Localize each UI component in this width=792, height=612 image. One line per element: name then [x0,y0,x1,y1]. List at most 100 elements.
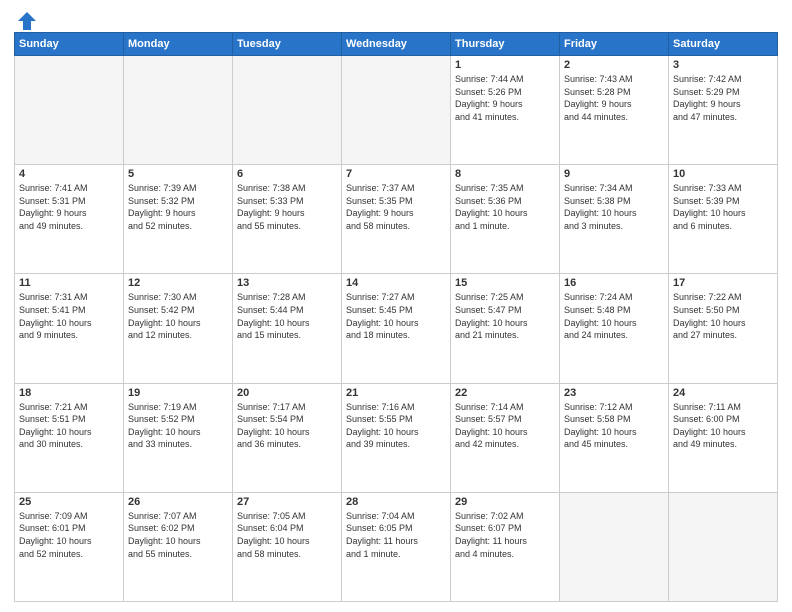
calendar-day-cell: 27 Sunrise: 7:05 AM Sunset: 6:04 PM Dayli… [233,492,342,601]
calendar-day-cell: 8 Sunrise: 7:35 AM Sunset: 5:36 PM Daylig… [451,165,560,274]
day-number: 8 [455,168,555,180]
day-number: 19 [128,387,228,399]
calendar-day-cell [124,56,233,165]
day-info: Sunrise: 7:12 AM Sunset: 5:58 PM Dayligh… [564,401,664,451]
day-info: Sunrise: 7:17 AM Sunset: 5:54 PM Dayligh… [237,401,337,451]
calendar-day-cell: 11Sunrise: 7:31 AM Sunset: 5:41 PM Dayli… [15,274,124,383]
day-info: Sunrise: 7:05 AM Sunset: 6:04 PM Dayligh… [237,510,337,560]
day-number: 24 [673,387,773,399]
day-of-week-header: Thursday [451,33,560,56]
day-number: 7 [346,168,446,180]
day-info: Sunrise: 7:37 AM Sunset: 5:35 PM Dayligh… [346,182,446,232]
calendar-day-cell [342,56,451,165]
day-number: 25 [19,496,119,508]
day-number: 5 [128,168,228,180]
day-info: Sunrise: 7:02 AM Sunset: 6:07 PM Dayligh… [455,510,555,560]
calendar-day-cell: 19 Sunrise: 7:19 AM Sunset: 5:52 PM Dayli… [124,383,233,492]
day-info: Sunrise: 7:35 AM Sunset: 5:36 PM Dayligh… [455,182,555,232]
day-number: 15 [455,277,555,289]
calendar-day-cell: 22 Sunrise: 7:14 AM Sunset: 5:57 PM Dayli… [451,383,560,492]
day-of-week-header: Tuesday [233,33,342,56]
day-number: 12 [128,277,228,289]
day-of-week-header: Saturday [669,33,778,56]
day-info: Sunrise: 7:41 AM Sunset: 5:31 PM Dayligh… [19,182,119,232]
day-of-week-header: Friday [560,33,669,56]
day-info: Sunrise: 7:24 AM Sunset: 5:48 PM Dayligh… [564,291,664,341]
logo-icon [16,10,38,32]
calendar-day-cell: 15 Sunrise: 7:25 AM Sunset: 5:47 PM Dayli… [451,274,560,383]
calendar-day-cell [669,492,778,601]
day-info: Sunrise: 7:34 AM Sunset: 5:38 PM Dayligh… [564,182,664,232]
day-number: 21 [346,387,446,399]
calendar-day-cell: 13 Sunrise: 7:28 AM Sunset: 5:44 PM Dayli… [233,274,342,383]
page: SundayMondayTuesdayWednesdayThursdayFrid… [0,0,792,612]
day-number: 26 [128,496,228,508]
day-info: Sunrise: 7:14 AM Sunset: 5:57 PM Dayligh… [455,401,555,451]
day-number: 3 [673,59,773,71]
day-info: Sunrise: 7:19 AM Sunset: 5:52 PM Dayligh… [128,401,228,451]
calendar-day-cell: 24 Sunrise: 7:11 AM Sunset: 6:00 PM Dayli… [669,383,778,492]
day-of-week-header: Monday [124,33,233,56]
calendar-day-cell: 12Sunrise: 7:30 AM Sunset: 5:42 PM Dayli… [124,274,233,383]
day-info: Sunrise: 7:33 AM Sunset: 5:39 PM Dayligh… [673,182,773,232]
calendar-week-row: 11Sunrise: 7:31 AM Sunset: 5:41 PM Dayli… [15,274,778,383]
calendar-day-cell: 26 Sunrise: 7:07 AM Sunset: 6:02 PM Dayli… [124,492,233,601]
day-info: Sunrise: 7:43 AM Sunset: 5:28 PM Dayligh… [564,73,664,123]
logo [14,10,38,26]
calendar-day-cell: 17 Sunrise: 7:22 AM Sunset: 5:50 PM Dayli… [669,274,778,383]
day-number: 10 [673,168,773,180]
calendar-day-cell: 25 Sunrise: 7:09 AM Sunset: 6:01 PM Dayli… [15,492,124,601]
day-info: Sunrise: 7:31 AM Sunset: 5:41 PM Dayligh… [19,291,119,341]
calendar-week-row: 25 Sunrise: 7:09 AM Sunset: 6:01 PM Dayli… [15,492,778,601]
day-info: Sunrise: 7:09 AM Sunset: 6:01 PM Dayligh… [19,510,119,560]
calendar-day-cell: 1 Sunrise: 7:44 AM Sunset: 5:26 PM Daylig… [451,56,560,165]
calendar-day-cell: 16 Sunrise: 7:24 AM Sunset: 5:48 PM Dayli… [560,274,669,383]
calendar-day-cell [560,492,669,601]
calendar-day-cell: 10 Sunrise: 7:33 AM Sunset: 5:39 PM Dayli… [669,165,778,274]
calendar-day-cell: 14 Sunrise: 7:27 AM Sunset: 5:45 PM Dayli… [342,274,451,383]
day-number: 22 [455,387,555,399]
day-number: 27 [237,496,337,508]
day-info: Sunrise: 7:11 AM Sunset: 6:00 PM Dayligh… [673,401,773,451]
calendar-table: SundayMondayTuesdayWednesdayThursdayFrid… [14,32,778,602]
day-info: Sunrise: 7:22 AM Sunset: 5:50 PM Dayligh… [673,291,773,341]
header [14,10,778,26]
calendar-day-cell [233,56,342,165]
day-number: 14 [346,277,446,289]
calendar-day-cell: 28 Sunrise: 7:04 AM Sunset: 6:05 PM Dayli… [342,492,451,601]
calendar-day-cell: 29 Sunrise: 7:02 AM Sunset: 6:07 PM Dayli… [451,492,560,601]
day-of-week-header: Sunday [15,33,124,56]
day-info: Sunrise: 7:25 AM Sunset: 5:47 PM Dayligh… [455,291,555,341]
day-number: 13 [237,277,337,289]
day-number: 17 [673,277,773,289]
day-number: 23 [564,387,664,399]
day-info: Sunrise: 7:28 AM Sunset: 5:44 PM Dayligh… [237,291,337,341]
calendar-day-cell: 18Sunrise: 7:21 AM Sunset: 5:51 PM Dayli… [15,383,124,492]
day-number: 29 [455,496,555,508]
day-number: 4 [19,168,119,180]
day-of-week-header: Wednesday [342,33,451,56]
calendar-day-cell [15,56,124,165]
calendar-day-cell: 6Sunrise: 7:38 AM Sunset: 5:33 PM Daylig… [233,165,342,274]
day-number: 1 [455,59,555,71]
day-info: Sunrise: 7:42 AM Sunset: 5:29 PM Dayligh… [673,73,773,123]
day-info: Sunrise: 7:07 AM Sunset: 6:02 PM Dayligh… [128,510,228,560]
day-info: Sunrise: 7:21 AM Sunset: 5:51 PM Dayligh… [19,401,119,451]
calendar-header-row: SundayMondayTuesdayWednesdayThursdayFrid… [15,33,778,56]
calendar-week-row: 4 Sunrise: 7:41 AM Sunset: 5:31 PM Daylig… [15,165,778,274]
day-info: Sunrise: 7:27 AM Sunset: 5:45 PM Dayligh… [346,291,446,341]
calendar-week-row: 1 Sunrise: 7:44 AM Sunset: 5:26 PM Daylig… [15,56,778,165]
day-info: Sunrise: 7:44 AM Sunset: 5:26 PM Dayligh… [455,73,555,123]
calendar-day-cell: 4 Sunrise: 7:41 AM Sunset: 5:31 PM Daylig… [15,165,124,274]
calendar-day-cell: 3 Sunrise: 7:42 AM Sunset: 5:29 PM Daylig… [669,56,778,165]
calendar-day-cell: 21Sunrise: 7:16 AM Sunset: 5:55 PM Dayli… [342,383,451,492]
day-number: 9 [564,168,664,180]
day-info: Sunrise: 7:38 AM Sunset: 5:33 PM Dayligh… [237,182,337,232]
day-number: 28 [346,496,446,508]
day-number: 16 [564,277,664,289]
day-number: 20 [237,387,337,399]
day-info: Sunrise: 7:04 AM Sunset: 6:05 PM Dayligh… [346,510,446,560]
calendar-day-cell: 20 Sunrise: 7:17 AM Sunset: 5:54 PM Dayli… [233,383,342,492]
calendar-day-cell: 5Sunrise: 7:39 AM Sunset: 5:32 PM Daylig… [124,165,233,274]
calendar-day-cell: 2Sunrise: 7:43 AM Sunset: 5:28 PM Daylig… [560,56,669,165]
